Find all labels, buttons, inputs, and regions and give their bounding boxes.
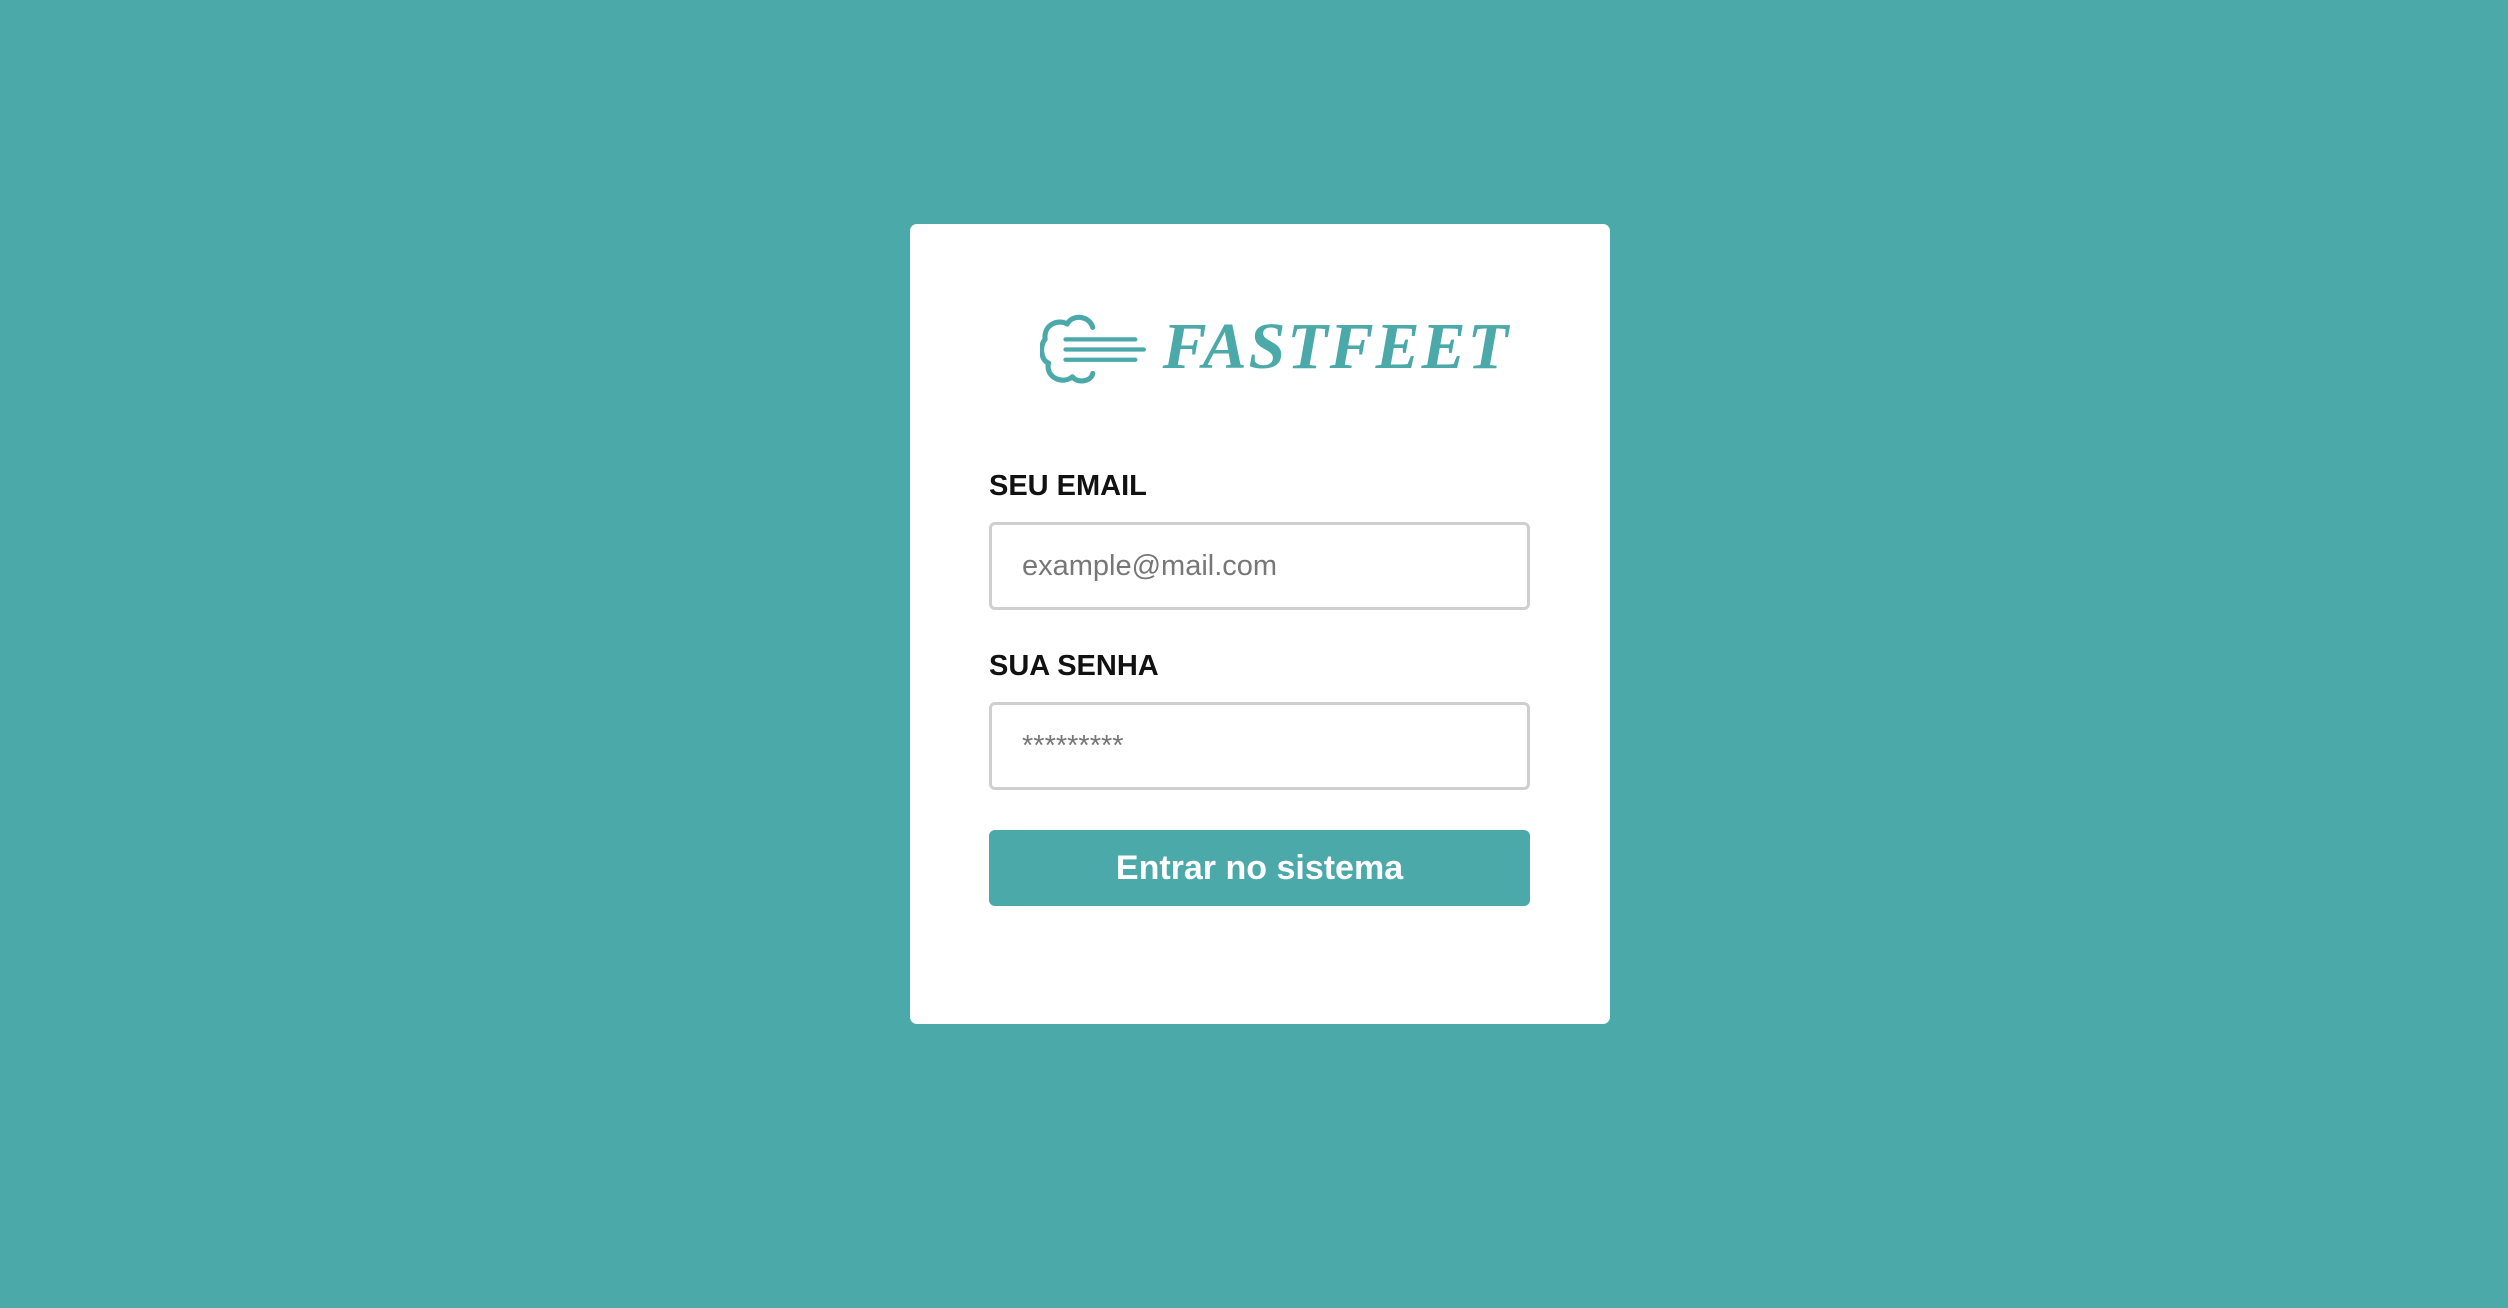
logo: FASTFEET: [1040, 302, 1510, 392]
email-input[interactable]: [989, 522, 1530, 610]
fast-wind-icon: [1040, 314, 1146, 384]
email-label: SEU EMAIL: [989, 470, 1147, 502]
login-button[interactable]: Entrar no sistema: [989, 830, 1530, 906]
password-input[interactable]: [989, 702, 1530, 790]
logo-text: FASTFEET: [1162, 310, 1510, 383]
login-card: FASTFEET SEU EMAIL SUA SENHA Entrar no s…: [910, 224, 1610, 1024]
password-label: SUA SENHA: [989, 650, 1159, 682]
